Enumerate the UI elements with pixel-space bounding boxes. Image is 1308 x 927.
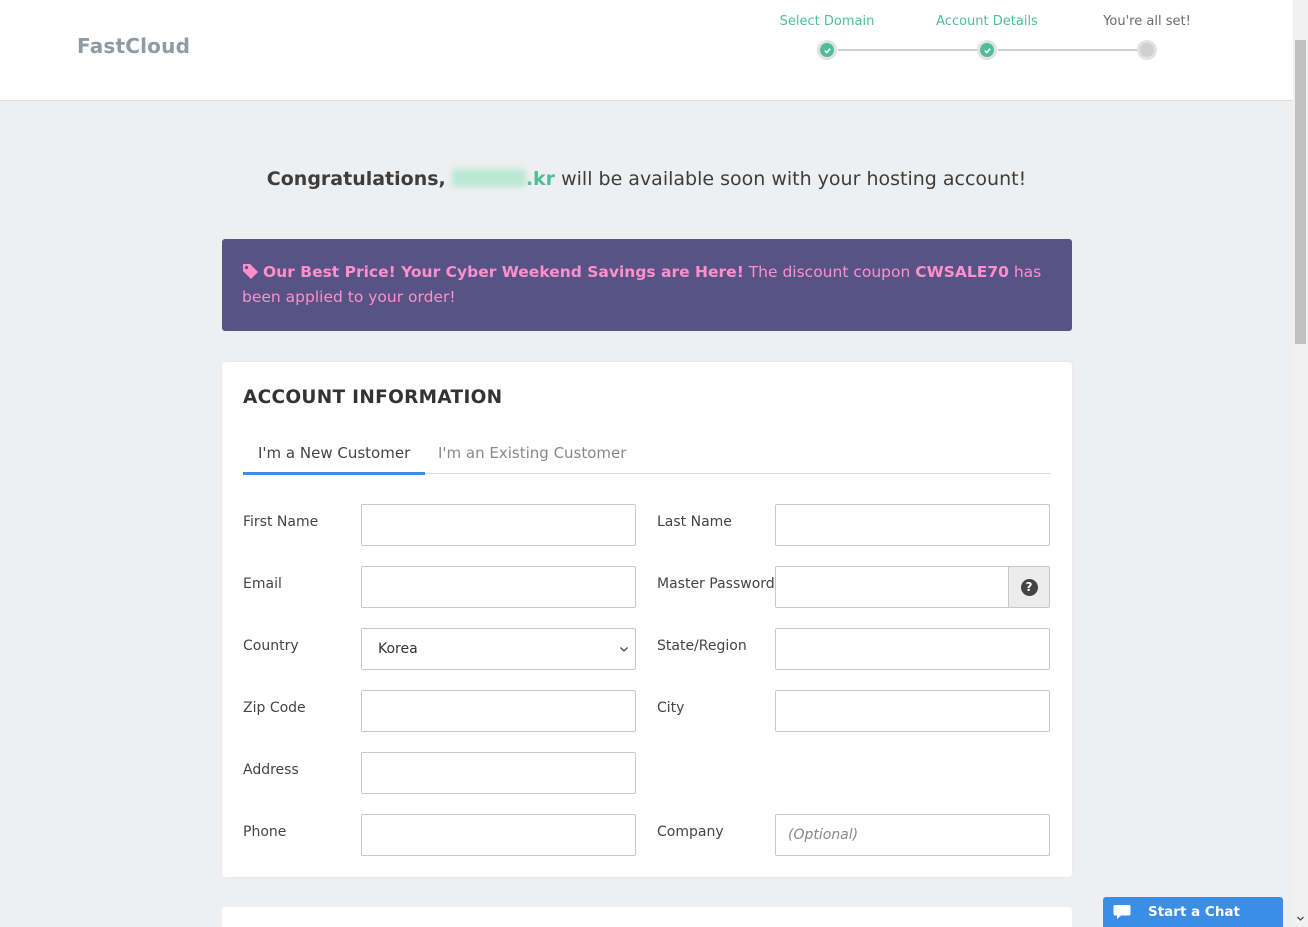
scroll-down-arrow-icon[interactable] bbox=[1296, 914, 1305, 923]
email-label: Email bbox=[243, 576, 282, 592]
step-label: Account Details bbox=[936, 14, 1038, 29]
zip-label: Zip Code bbox=[243, 700, 306, 716]
company-field[interactable] bbox=[775, 814, 1050, 856]
step-account-details: Account Details bbox=[917, 14, 1057, 60]
step-select-domain: Select Domain bbox=[757, 14, 897, 60]
phone-field[interactable] bbox=[361, 814, 636, 856]
chat-label: Start a Chat bbox=[1148, 904, 1240, 920]
congrats-prefix: Congratulations, bbox=[266, 168, 446, 190]
start-chat-button[interactable]: Start a Chat bbox=[1103, 897, 1283, 927]
country-select[interactable]: Korea bbox=[361, 628, 636, 670]
first-name-label: First Name bbox=[243, 514, 319, 530]
tab-existing-customer[interactable]: I'm an Existing Customer bbox=[423, 444, 641, 474]
address-field[interactable] bbox=[361, 752, 636, 794]
tag-icon bbox=[243, 264, 258, 279]
password-group: ? bbox=[775, 566, 1050, 608]
state-field[interactable] bbox=[775, 628, 1050, 670]
next-section-card bbox=[222, 907, 1072, 927]
site-header: FastCloud Select Domain Account Details … bbox=[0, 0, 1293, 101]
phone-label: Phone bbox=[243, 824, 287, 840]
city-field[interactable] bbox=[775, 690, 1050, 732]
card-title: ACCOUNT INFORMATION bbox=[243, 387, 503, 408]
step-all-set: You're all set! bbox=[1077, 14, 1217, 60]
domain-name-redacted bbox=[451, 169, 526, 187]
zip-field[interactable] bbox=[361, 690, 636, 732]
account-information-card: ACCOUNT INFORMATION I'm a New Customer I… bbox=[222, 362, 1072, 877]
step-dot bbox=[1137, 40, 1157, 60]
promo-headline: Our Best Price! Your Cyber Weekend Savin… bbox=[263, 263, 744, 281]
step-connector bbox=[998, 49, 1148, 51]
last-name-field[interactable] bbox=[775, 504, 1050, 546]
state-label: State/Region bbox=[657, 638, 747, 654]
scrollbar-thumb[interactable] bbox=[1295, 40, 1306, 344]
step-dot bbox=[817, 40, 837, 60]
country-selected-value: Korea bbox=[378, 641, 418, 657]
first-name-field[interactable] bbox=[361, 504, 636, 546]
country-label: Country bbox=[243, 638, 299, 654]
customer-tabs: I'm a New Customer I'm an Existing Custo… bbox=[243, 436, 1051, 475]
last-name-label: Last Name bbox=[657, 514, 732, 530]
check-icon bbox=[823, 47, 831, 54]
check-icon bbox=[983, 47, 991, 54]
congrats-message: Congratulations, .kr will be available s… bbox=[0, 168, 1293, 190]
promo-text-before: The discount coupon bbox=[748, 263, 911, 281]
logo[interactable]: FastCloud bbox=[77, 34, 190, 58]
chevron-down-icon bbox=[620, 647, 628, 652]
password-help-button[interactable]: ? bbox=[1008, 566, 1050, 608]
master-password-field[interactable] bbox=[775, 566, 1009, 608]
address-label: Address bbox=[243, 762, 299, 778]
question-icon: ? bbox=[1020, 578, 1038, 596]
email-field[interactable] bbox=[361, 566, 636, 608]
master-password-label: Master Password bbox=[657, 576, 775, 592]
step-label: Select Domain bbox=[779, 14, 875, 29]
progress-steps: Select Domain Account Details You're all… bbox=[760, 14, 1210, 74]
domain-tld: .kr bbox=[525, 168, 556, 190]
step-dot bbox=[977, 40, 997, 60]
tab-new-customer[interactable]: I'm a New Customer bbox=[243, 444, 426, 475]
city-label: City bbox=[657, 700, 685, 716]
coupon-code: CWSALE70 bbox=[915, 263, 1009, 281]
chat-bubble-icon bbox=[1113, 905, 1131, 919]
page-scrollbar[interactable] bbox=[1293, 0, 1308, 927]
company-label: Company bbox=[657, 824, 724, 840]
congrats-suffix: will be available soon with your hosting… bbox=[561, 168, 1027, 190]
step-label: You're all set! bbox=[1103, 14, 1191, 29]
step-connector bbox=[838, 49, 986, 51]
promo-banner: Our Best Price! Your Cyber Weekend Savin… bbox=[222, 239, 1072, 331]
